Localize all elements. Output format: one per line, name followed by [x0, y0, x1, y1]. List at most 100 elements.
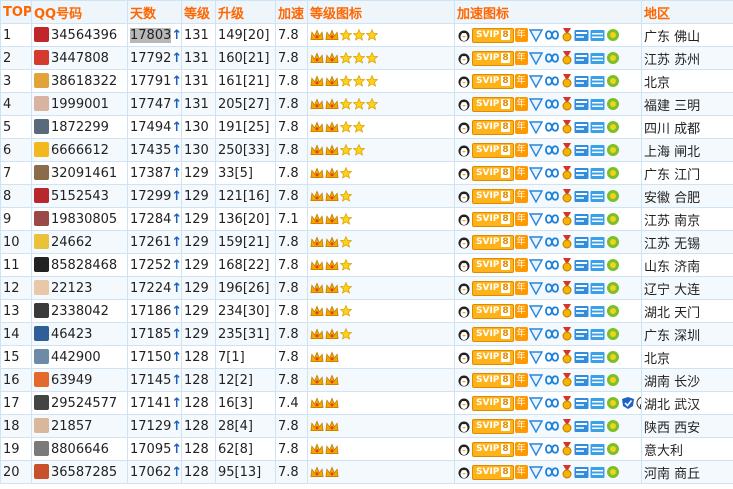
avatar[interactable] [34, 418, 49, 433]
table-row[interactable]: 6 6666612 17435↑ 130 250[33] 7.8 SVIP 8 年上海 闸北 [0, 138, 733, 162]
avatar[interactable] [34, 441, 49, 456]
qq-number[interactable]: 32091461 [51, 166, 117, 181]
header-level[interactable]: 等级 [181, 0, 216, 24]
avatar[interactable] [34, 326, 49, 341]
rank-cell: 10 [0, 230, 32, 254]
qq-number[interactable]: 22123 [51, 281, 92, 296]
qq-cell[interactable]: 63949 [31, 368, 128, 392]
qq-cell[interactable]: 34564396 [31, 23, 128, 47]
table-row[interactable]: 2 3447808 17792↑ 131 160[21] 7.8 SVIP 8 年江苏 苏州 [0, 46, 733, 70]
qq-cell[interactable]: 8806646 [31, 437, 128, 461]
green-orb-icon [606, 121, 619, 133]
qq-number[interactable]: 442900 [51, 350, 101, 365]
table-row[interactable]: 7 32091461 17387↑ 129 33[5] 7.8 SVIP 8 年广东 江门 [0, 161, 733, 185]
avatar[interactable] [34, 165, 49, 180]
qq-number[interactable]: 6666612 [51, 143, 109, 158]
crown-icon [310, 236, 324, 248]
qq-cell[interactable]: 29524577 [31, 391, 128, 415]
wallet-icon [590, 144, 605, 156]
table-row[interactable]: 19 8806646 17095↑ 128 62[8] 7.8 SVIP 8 年意大利 [0, 437, 733, 461]
avatar[interactable] [34, 50, 49, 65]
qq-cell[interactable]: 1999001 [31, 92, 128, 116]
avatar[interactable] [34, 211, 49, 226]
header-qq[interactable]: QQ号码 [31, 0, 128, 24]
qq-cell[interactable]: 21857 [31, 414, 128, 438]
qq-cell[interactable]: 3447808 [31, 46, 128, 70]
header-speed[interactable]: 加速 [275, 0, 308, 24]
qq-cell[interactable]: 85828468 [31, 253, 128, 277]
qq-number[interactable]: 2338042 [51, 304, 109, 319]
table-row[interactable]: 14 46423 17185↑ 129 235[31] 7.8 SVIP 8 年广东 深圳 [0, 322, 733, 346]
qq-cell[interactable]: 5152543 [31, 184, 128, 208]
qq-cell[interactable]: 22123 [31, 276, 128, 300]
avatar[interactable] [34, 395, 49, 410]
qq-cell[interactable]: 19830805 [31, 207, 128, 231]
qq-number[interactable]: 5152543 [51, 189, 109, 204]
wallet-icon [590, 443, 605, 455]
medal-icon [562, 442, 572, 456]
qq-number[interactable]: 1872299 [51, 120, 109, 135]
avatar[interactable] [34, 27, 49, 42]
qq-cell[interactable]: 46423 [31, 322, 128, 346]
svip-badge: SVIP 8 [472, 303, 514, 319]
table-row[interactable]: 3 38618322 17791↑ 131 161[21] 7.8 SVIP 8 年北京 [0, 69, 733, 93]
table-row[interactable]: 10 24662 17261↑ 129 159[21] 7.8 SVIP 8 年江苏 无锡 [0, 230, 733, 254]
avatar[interactable] [34, 280, 49, 295]
avatar[interactable] [34, 142, 49, 157]
avatar[interactable] [34, 464, 49, 479]
avatar[interactable] [34, 96, 49, 111]
table-row[interactable]: 12 22123 17224↑ 129 196[26] 7.8 SVIP 8 年辽宁 大连 [0, 276, 733, 300]
table-row[interactable]: 18 21857 17129↑ 128 28[4] 7.8 SVIP 8 年陕西 西安 [0, 414, 733, 438]
qq-cell[interactable]: 24662 [31, 230, 128, 254]
qq-number[interactable]: 38618322 [51, 74, 117, 89]
avatar[interactable] [34, 73, 49, 88]
qq-number[interactable]: 24662 [51, 235, 92, 250]
qq-number[interactable]: 46423 [51, 327, 92, 342]
qq-number[interactable]: 85828468 [51, 258, 117, 273]
table-row[interactable]: 15 442900 17150↑ 128 7[1] 7.8 SVIP 8 年北京 [0, 345, 733, 369]
crown-icon [310, 420, 324, 432]
header-region[interactable]: 地区 [641, 0, 733, 24]
qq-number[interactable]: 1999001 [51, 97, 109, 112]
table-row[interactable]: 13 2338042 17186↑ 129 234[30] 7.8 SVIP 8 年湖北 天门 [0, 299, 733, 323]
avatar[interactable] [34, 234, 49, 249]
qq-cell[interactable]: 36587285 [31, 460, 128, 484]
table-row[interactable]: 20 36587285 17062↑ 128 95[13] 7.8 SVIP 8 年河南 商丘 [0, 460, 733, 484]
header-upgrade[interactable]: 升级 [215, 0, 276, 24]
qq-number[interactable]: 63949 [51, 373, 92, 388]
avatar[interactable] [34, 257, 49, 272]
qq-number[interactable]: 3447808 [51, 51, 109, 66]
svip-badge: SVIP 8 [472, 96, 514, 112]
year-badge: 年 [514, 212, 528, 226]
level-icons-cell [307, 138, 455, 162]
qq-cell[interactable]: 32091461 [31, 161, 128, 185]
table-row[interactable]: 5 1872299 17494↑ 130 191[25] 7.8 SVIP 8 年四川 成都 [0, 115, 733, 139]
days-value: 17494 [130, 119, 172, 135]
qq-number[interactable]: 8806646 [51, 442, 109, 457]
qq-cell[interactable]: 1872299 [31, 115, 128, 139]
table-row[interactable]: 1 34564396 17803↑ 131 149[20] 7.8 SVIP 8 年广东 佛山 [0, 23, 733, 47]
qq-cell[interactable]: 6666612 [31, 138, 128, 162]
table-row[interactable]: 11 85828468 17252↑ 129 168[22] 7.8 SVIP 8 年山东 济南 [0, 253, 733, 277]
avatar[interactable] [34, 372, 49, 387]
qq-number[interactable]: 19830805 [51, 212, 117, 227]
avatar[interactable] [34, 119, 49, 134]
qq-number[interactable]: 36587285 [51, 465, 117, 480]
qq-number[interactable]: 29524577 [51, 396, 117, 411]
qq-number[interactable]: 21857 [51, 419, 92, 434]
qq-cell[interactable]: 38618322 [31, 69, 128, 93]
qq-cell[interactable]: 442900 [31, 345, 128, 369]
table-row[interactable]: 8 5152543 17299↑ 129 121[16] 7.8 SVIP 8 年安徽 合肥 [0, 184, 733, 208]
avatar[interactable] [34, 188, 49, 203]
year-badge: 年 [514, 304, 528, 318]
qq-number[interactable]: 34564396 [51, 28, 117, 43]
level-cell: 130 [181, 115, 216, 139]
table-row[interactable]: 16 63949 17145↑ 128 12[2] 7.8 SVIP 8 年湖南 长沙 [0, 368, 733, 392]
avatar[interactable] [34, 303, 49, 318]
header-days[interactable]: 天数 [127, 0, 182, 24]
avatar[interactable] [34, 349, 49, 364]
qq-cell[interactable]: 2338042 [31, 299, 128, 323]
table-row[interactable]: 4 1999001 17747↑ 131 205[27] 7.8 SVIP 8 年福建 三明 [0, 92, 733, 116]
table-row[interactable]: 9 19830805 17284↑ 129 136[20] 7.1 SVIP 8 年江苏 南京 [0, 207, 733, 231]
table-row[interactable]: 17 29524577 17141↑ 128 16[3] 7.4 SVIP 8 年湖北 武汉 [0, 391, 733, 415]
